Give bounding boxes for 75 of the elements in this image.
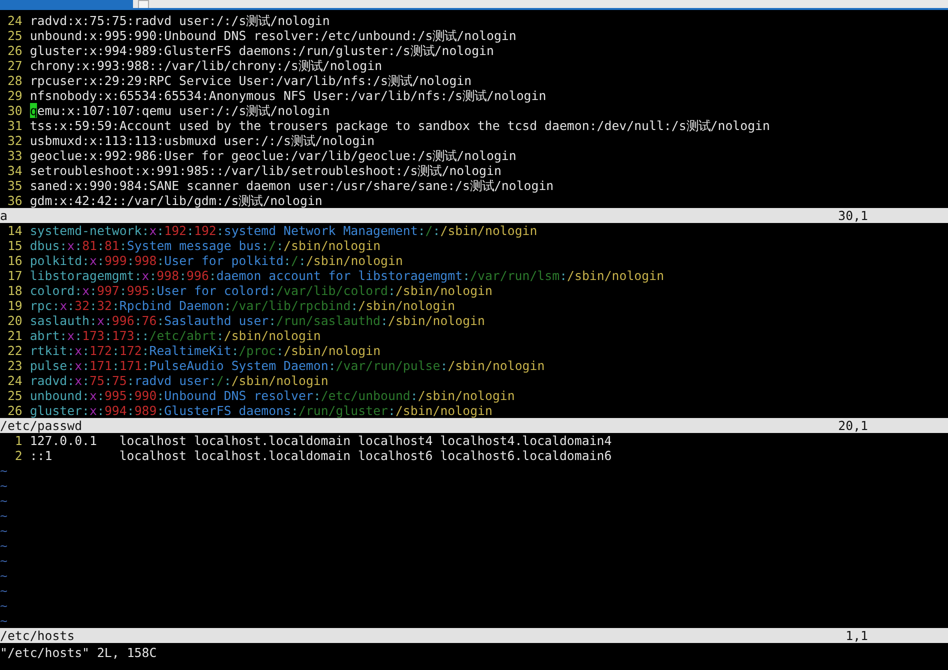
- code-line: rtkit:x:172:172:RealtimeKit:/proc:/sbin/nologin: [30, 343, 381, 358]
- line-number: 36: [6, 193, 22, 208]
- code-line: usbmuxd:x:113:113:usbmuxd user:/:/s测试/nologin: [30, 133, 375, 148]
- line-number: 21: [6, 328, 22, 343]
- line-number: 2: [14, 448, 22, 463]
- code-line: dbus:x:81:81:System message bus:/:/sbin/nologin: [30, 238, 381, 253]
- cursor-position: 1,1: [846, 628, 868, 643]
- code-line: gdm:x:42:42::/var/lib/gdm:/s测试/nologin: [30, 193, 322, 208]
- line-number: 34: [6, 163, 22, 178]
- code-line: 127.0.0.1 localhost localhost.localdomain localhost4 localhost4.localdomain4: [30, 433, 612, 448]
- line-number: 20: [6, 313, 22, 328]
- line-number: 31: [6, 118, 22, 133]
- line-number: 27: [6, 58, 22, 73]
- file-name: a: [0, 208, 8, 223]
- line-number: 16: [6, 253, 22, 268]
- line-number: 24: [6, 13, 22, 28]
- empty-line-marker: ~: [0, 463, 8, 478]
- code-line: gluster:x:994:989:GlusterFS daemons:/run/gluster:/s测试/nologin: [30, 43, 494, 58]
- code-line: saned:x:990:984:SANE scanner daemon user:/usr/share/sane:/s测试/nologin: [30, 178, 554, 193]
- code-line: pulse:x:171:171:PulseAudio System Daemon:/var/run/pulse:/sbin/nologin: [30, 358, 545, 373]
- line-number: 28: [6, 73, 22, 88]
- empty-line-marker: ~: [0, 523, 8, 538]
- code-line: gluster:x:994:989:GlusterFS daemons:/run/gluster:/sbin/nologin: [30, 403, 492, 418]
- line-number: 23: [6, 358, 22, 373]
- line-number: 25: [6, 28, 22, 43]
- line-number: 17: [6, 268, 22, 283]
- empty-line-marker: ~: [0, 538, 8, 553]
- line-number: 25: [6, 388, 22, 403]
- cursor-position: 30,1: [838, 208, 868, 223]
- code-line: saslauth:x:996:76:Saslauthd user:/run/saslauthd:/sbin/nologin: [30, 313, 485, 328]
- line-number: 15: [6, 238, 22, 253]
- line-number: 1: [14, 433, 22, 448]
- empty-line-marker: ~: [0, 478, 8, 493]
- code-line: abrt:x:173:173::/etc/abrt:/sbin/nologin: [30, 328, 321, 343]
- code-line: systemd-network:x:192:192:systemd Network Management:/:/sbin/nologin: [30, 223, 538, 238]
- file-name: /etc/hosts: [0, 628, 75, 643]
- line-number: 19: [6, 298, 22, 313]
- code-line: libstoragemgmt:x:998:996:daemon account for libstoragemgmt:/var/run/lsm:/sbin/nologin: [30, 268, 664, 283]
- file-name: /etc/passwd: [0, 418, 82, 433]
- line-number: 26: [6, 43, 22, 58]
- empty-line-marker: ~: [0, 553, 8, 568]
- cursor-position: 20,1: [838, 418, 868, 433]
- code-line: rpc:x:32:32:Rpcbind Daemon:/var/lib/rpcbind:/sbin/nologin: [30, 298, 456, 313]
- command-line: "/etc/hosts" 2L, 158C: [0, 645, 157, 660]
- line-number: 33: [6, 148, 22, 163]
- line-number: 22: [6, 343, 22, 358]
- empty-line-marker: ~: [0, 508, 8, 523]
- code-line: tss:x:59:59:Account used by the trousers package to sandbox the tcsd daemon:/dev/null:/s测试/nologin: [30, 118, 770, 133]
- empty-line-marker: ~: [0, 598, 8, 613]
- code-line: ::1 localhost localhost.localdomain localhost6 localhost6.localdomain6: [30, 448, 612, 463]
- code-line: geoclue:x:992:986:User for geoclue:/var/lib/geoclue:/s测试/nologin: [30, 148, 516, 163]
- code-line: setroubleshoot:x:991:985::/var/lib/setroubleshoot:/s测试/nologin: [30, 163, 502, 178]
- code-line: nfsnobody:x:65534:65534:Anonymous NFS User:/var/lib/nfs:/s测试/nologin: [30, 88, 546, 103]
- line-number: 14: [6, 223, 22, 238]
- code-line: rpcuser:x:29:29:RPC Service User:/var/lib/nfs:/s测试/nologin: [30, 73, 472, 88]
- empty-line-marker: ~: [0, 493, 8, 508]
- empty-line-marker: ~: [0, 613, 8, 628]
- empty-line-marker: ~: [0, 583, 8, 598]
- code-line: colord:x:997:995:User for colord:/var/lib/colord:/sbin/nologin: [30, 283, 492, 298]
- line-number: 30: [6, 103, 22, 118]
- line-number: 24: [6, 373, 22, 388]
- line-number: 26: [6, 403, 22, 418]
- code-line: unbound:x:995:990:Unbound DNS resolver:/etc/unbound:/sbin/nologin: [30, 388, 515, 403]
- code-line: polkitd:x:999:998:User for polkitd:/:/sbin/nologin: [30, 253, 403, 268]
- new-tab-button[interactable]: [138, 0, 149, 8]
- code-line: qemu:x:107:107:qemu user:/:/s测试/nologin: [30, 103, 330, 118]
- line-number: 29: [6, 88, 22, 103]
- code-line: chrony:x:993:988::/var/lib/chrony:/s测试/nologin: [30, 58, 382, 73]
- code-line: radvd:x:75:75:radvd user:/:/sbin/nologin: [30, 373, 328, 388]
- line-number: 35: [6, 178, 22, 193]
- code-line: radvd:x:75:75:radvd user:/:/s测试/nologin: [30, 13, 330, 28]
- code-line: unbound:x:995:990:Unbound DNS resolver:/etc/unbound:/s测试/nologin: [30, 28, 516, 43]
- empty-line-marker: ~: [0, 568, 8, 583]
- line-number: 18: [6, 283, 22, 298]
- line-number: 32: [6, 133, 22, 148]
